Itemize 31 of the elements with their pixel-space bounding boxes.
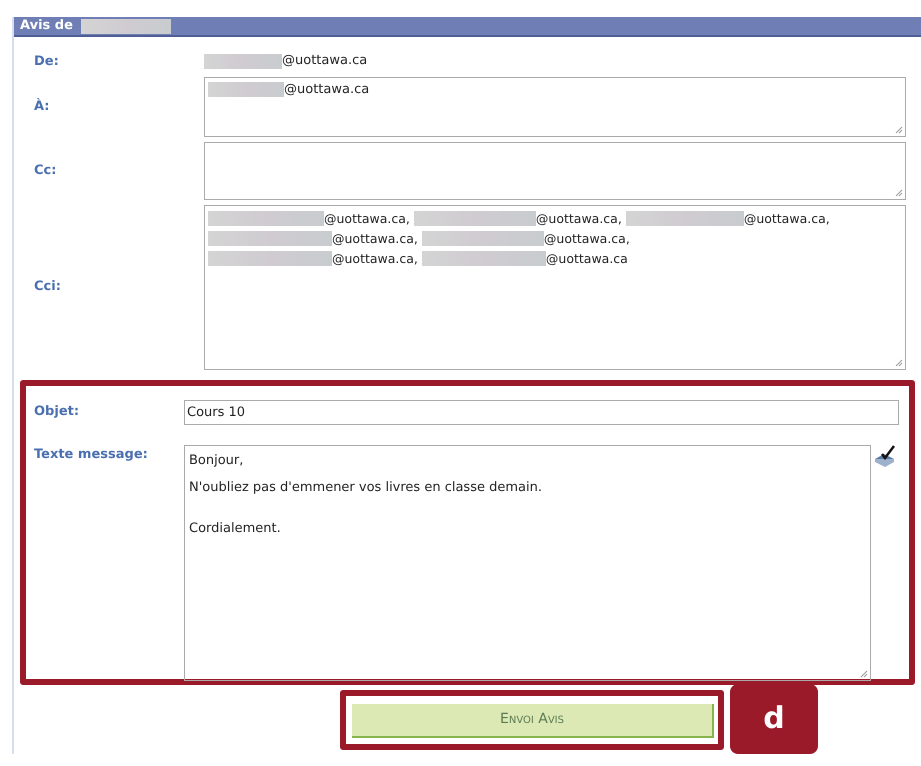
- message-line: N'oubliez pas d'emmener vos livres en classe demain.: [189, 480, 542, 494]
- message-field[interactable]: Bonjour, N'oubliez pas d'emmener vos livres en classe demain. Cordialement.: [184, 444, 871, 680]
- field-label: Texte message:: [34, 446, 149, 464]
- field-label: De:: [34, 53, 60, 71]
- email-address: @uottawa.ca: [284, 80, 370, 98]
- field-label: Objet:: [34, 403, 80, 422]
- message-line: Cordialement.: [189, 520, 281, 536]
- resize-grip-icon: [894, 124, 903, 134]
- callout-badge: d: [730, 684, 818, 754]
- spell-check-icon[interactable]: [873, 444, 897, 466]
- field-label: Cc:: [34, 162, 58, 180]
- email-address: @uottawa.ca,: [324, 210, 410, 228]
- email-address: @uottawa.ca,: [332, 250, 418, 268]
- email-address: @uottawa.ca,: [744, 210, 830, 228]
- email-address: @uottawa.ca,: [332, 230, 418, 248]
- email-address: @uottawa.ca: [546, 250, 628, 268]
- subject-field[interactable]: Cours 10: [184, 400, 899, 424]
- resize-grip-icon: [859, 668, 868, 678]
- email-address: @uottawa.ca,: [544, 230, 630, 248]
- field-label: Cci:: [34, 278, 62, 296]
- message-line: Bonjour,: [189, 452, 244, 468]
- send-button[interactable]: Envoi Avis: [352, 704, 714, 738]
- resize-grip-icon: [894, 188, 903, 196]
- panel-title: Avis de: [20, 17, 73, 36]
- cc-field[interactable]: [204, 142, 906, 200]
- field-label: À:: [34, 97, 51, 116]
- bcc-field[interactable]: @uottawa.ca, @uottawa.ca, @uottawa.ca, @uottawa.ca, @uottawa.ca, @uottawa.ca, @uottawa.ca: [204, 204, 906, 370]
- email-address: @uottawa.ca,: [536, 210, 622, 228]
- to-field[interactable]: @uottawa.ca: [204, 76, 906, 136]
- resize-grip-icon: [894, 358, 903, 366]
- email-address: @uottawa.ca: [282, 52, 368, 70]
